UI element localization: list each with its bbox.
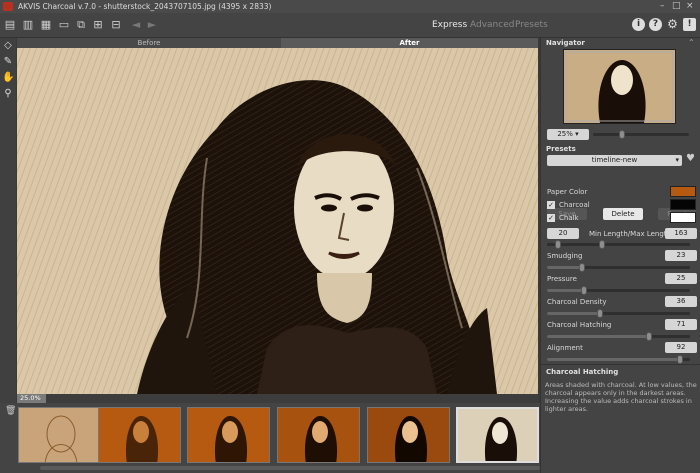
zoom-slider[interactable] (593, 130, 689, 139)
filmstrip-scrollbar[interactable] (40, 466, 540, 470)
trash-icon[interactable]: 🗑 (5, 406, 16, 416)
divider (541, 364, 700, 365)
mode-express[interactable]: Express (432, 20, 467, 30)
help-icon[interactable]: ? (649, 18, 662, 31)
view-tabs: Before After (17, 38, 538, 48)
settings-file-icon[interactable]: ⊟ (110, 18, 122, 32)
alignment-slider[interactable] (547, 355, 690, 364)
charcoal-density-slider[interactable] (547, 309, 690, 318)
feedback-icon[interactable]: ! (683, 18, 696, 31)
max-length-value[interactable]: 163 (665, 228, 697, 239)
print-icon[interactable]: ▭ (58, 18, 70, 32)
hand-tool-icon[interactable]: ✋ (2, 72, 14, 84)
open-file-icon[interactable]: ▤ (4, 18, 16, 32)
timeline-filmstrip: 🗑 (0, 403, 540, 473)
charcoal-checkbox[interactable]: ✓ (547, 201, 555, 209)
pressure-value[interactable]: 25 (665, 273, 697, 284)
window-title: AKVIS Charcoal v.7.0 - shutterstock_2043… (18, 2, 272, 11)
minimize-button[interactable]: – (660, 0, 665, 13)
brush-tool-icon[interactable]: ✎ (2, 56, 14, 68)
pressure-slider[interactable] (547, 286, 690, 295)
settings-panel: Navigator ⌃ 25% ▾ Presets timeline-new ▾… (540, 38, 700, 473)
collapse-icon[interactable]: ⌃ (688, 38, 695, 47)
length-range-slider[interactable] (547, 240, 690, 249)
timeline-thumb[interactable] (277, 407, 360, 463)
alignment-label: Alignment (547, 344, 583, 352)
favorite-heart-icon[interactable]: ♥ (686, 153, 695, 164)
paper-color-label: Paper Color (547, 188, 588, 196)
status-bar: 25.0% (17, 394, 538, 403)
zoom-tool-icon[interactable]: ⚲ (2, 88, 14, 100)
charcoal-hatching-value[interactable]: 71 (665, 319, 697, 330)
app-logo-icon (3, 2, 13, 11)
navigator-preview[interactable] (563, 49, 676, 124)
title-bar: AKVIS Charcoal v.7.0 - shutterstock_2043… (0, 0, 700, 13)
gear-icon[interactable]: ⚙ (666, 18, 679, 31)
close-button[interactable]: × (686, 0, 694, 13)
charcoal-portrait-image (17, 48, 538, 394)
smudging-value[interactable]: 23 (665, 250, 697, 261)
image-canvas[interactable] (17, 48, 538, 394)
maximize-button[interactable]: □ (672, 0, 681, 13)
preset-delete-button[interactable]: Delete (603, 208, 643, 220)
smudging-slider[interactable] (547, 263, 690, 272)
batch-icon[interactable]: ⊞ (92, 18, 104, 32)
info-icon[interactable]: i (632, 18, 645, 31)
preset-dropdown[interactable]: timeline-new ▾ (547, 155, 682, 166)
length-label: Min Length/Max Length (589, 230, 671, 238)
charcoal-hatching-slider[interactable] (547, 332, 690, 341)
charcoal-color-swatch[interactable] (670, 199, 696, 210)
export-icon[interactable]: ▦ (40, 18, 52, 32)
save-file-icon[interactable]: ▥ (22, 18, 34, 32)
timeline-thumb[interactable] (367, 407, 450, 463)
charcoal-hatching-label: Charcoal Hatching (547, 321, 612, 329)
timeline-thumb-selected[interactable] (456, 407, 539, 463)
mode-presets[interactable]: Presets (515, 20, 548, 30)
tab-before[interactable]: Before (17, 38, 281, 48)
zoom-dropdown[interactable]: 25% ▾ (547, 129, 589, 140)
help-title: Charcoal Hatching (546, 368, 619, 376)
charcoal-label: Charcoal (559, 201, 590, 209)
undo-icon[interactable]: ◄ (130, 18, 142, 32)
eraser-tool-icon[interactable]: ◇ (2, 40, 14, 52)
smudging-label: Smudging (547, 252, 583, 260)
redo-icon[interactable]: ► (146, 18, 158, 32)
timeline-thumb[interactable] (98, 407, 181, 463)
navigator-title: Navigator (546, 39, 585, 47)
presets-title: Presets (546, 145, 576, 153)
preset-selected-value: timeline-new (591, 156, 638, 164)
tool-panel: ◇ ✎ ✋ ⚲ (0, 38, 16, 403)
charcoal-density-label: Charcoal Density (547, 298, 607, 306)
mode-advanced[interactable]: Advanced (470, 20, 514, 30)
charcoal-density-value[interactable]: 36 (665, 296, 697, 307)
tab-after[interactable]: After (281, 38, 538, 48)
help-description: Areas shaded with charcoal. At low value… (545, 381, 697, 413)
chalk-checkbox[interactable]: ✓ (547, 214, 555, 222)
share-icon[interactable]: ⧉ (75, 18, 87, 32)
timeline-thumb[interactable] (18, 407, 101, 463)
chevron-down-icon: ▾ (675, 156, 679, 164)
chalk-label: Chalk (559, 214, 579, 222)
chalk-color-swatch[interactable] (670, 212, 696, 223)
zoom-level-label: 25.0% (17, 394, 46, 403)
paper-color-swatch[interactable] (670, 186, 696, 197)
alignment-value[interactable]: 92 (665, 342, 697, 353)
main-toolbar: ▤ ▥ ▦ ▭ ⧉ ⊞ ⊟ ◄ ► Express Advanced Prese… (0, 13, 700, 38)
timeline-thumb[interactable] (187, 407, 270, 463)
pressure-label: Pressure (547, 275, 577, 283)
min-length-value[interactable]: 20 (547, 228, 579, 239)
